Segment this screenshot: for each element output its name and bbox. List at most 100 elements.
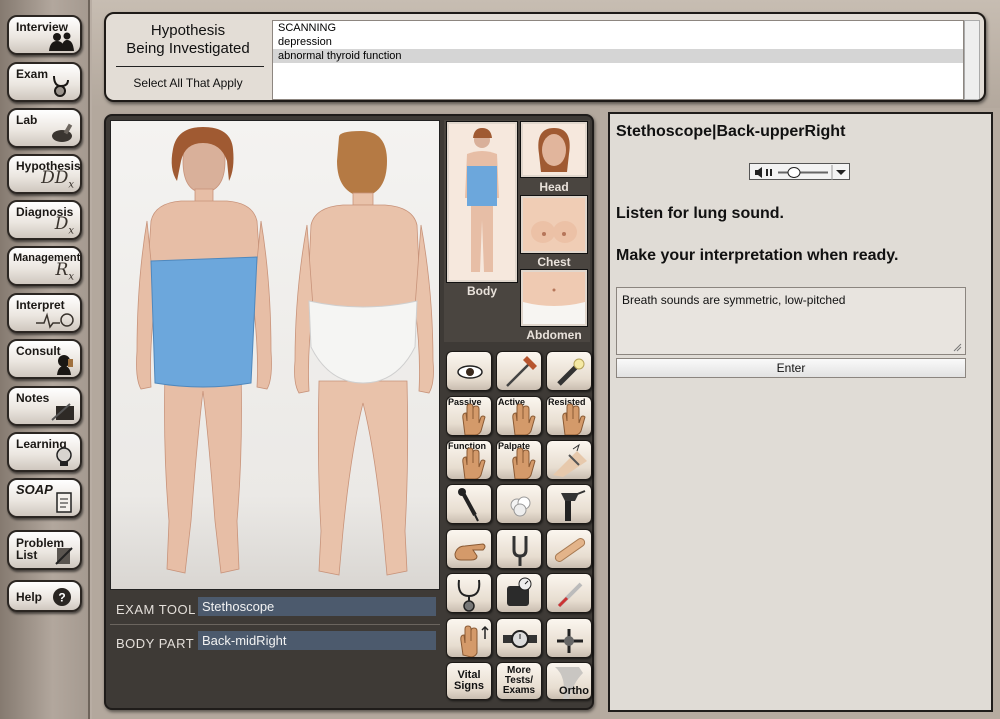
thumb-abdomen-caption: Abdomen [526, 328, 582, 342]
cotton-ball-icon [510, 496, 531, 517]
nav-label: Interpret [16, 298, 65, 312]
hand-arrows-icon [460, 625, 489, 657]
diagnosis-dx-icon: Dx [54, 213, 74, 236]
nav-management-button[interactable]: Management Rx [7, 246, 82, 286]
nav-help-button[interactable]: Help ? [7, 580, 82, 612]
nav-diagnosis-button[interactable]: Diagnosis Dx [7, 200, 82, 240]
nav-problem-list-button[interactable]: Problem List [7, 530, 82, 570]
ortho-button[interactable]: Ortho [546, 662, 592, 700]
head-thumbnail-figure [538, 128, 570, 172]
nav-label: Notes [16, 391, 50, 405]
nav-consult-button[interactable]: Consult [7, 339, 82, 379]
thumb-body[interactable] [446, 121, 518, 283]
soap-clipboard-icon [56, 492, 72, 513]
tool-blood-pressure-button[interactable] [496, 573, 542, 613]
chest-thumbnail-figure [523, 198, 585, 251]
nav-label: Exam [16, 67, 49, 81]
watch-icon [503, 630, 537, 648]
help-question-icon: ? [53, 588, 71, 606]
tool-resisted-rom-button[interactable]: Resisted [546, 396, 592, 436]
nav-notes-button[interactable]: Notes [7, 386, 82, 426]
svg-text:?: ? [58, 591, 65, 605]
prescription-rx-icon: Rx [55, 259, 74, 282]
instruction-text: Listen for lung sound. [616, 205, 784, 222]
tool-palpate-button[interactable]: Palpate [496, 440, 542, 480]
tuning-fork-icon [512, 536, 528, 566]
exam-tool-label: EXAM TOOL [116, 602, 196, 617]
tool-passive-rom-button[interactable]: Passive [446, 396, 492, 436]
tool-cotton-button[interactable] [496, 484, 542, 524]
tool-watch-button[interactable] [496, 618, 542, 658]
thumb-chest-caption: Chest [537, 255, 571, 269]
tool-otoscope-button[interactable] [546, 484, 592, 524]
tool-label: Vital Signs [454, 669, 484, 692]
thumb-head-caption: Head [539, 180, 569, 194]
interview-people-icon [49, 32, 74, 51]
back-white-underwear [308, 300, 418, 384]
nav-label: Help [16, 590, 43, 604]
divider [110, 624, 440, 625]
tool-active-rom-button[interactable]: Active [496, 396, 542, 436]
hypothesis-option[interactable]: depression [273, 35, 963, 49]
thumb-body-caption: Body [467, 284, 497, 298]
prompt-text: Make your interpretation when ready. [616, 247, 899, 264]
body-part-row: BODY PART Back-midRight [110, 626, 440, 656]
tool-strength-button[interactable] [446, 618, 492, 658]
front-blue-gown [150, 256, 258, 388]
exam-result-panel [608, 112, 993, 712]
nav-label: Lab [16, 113, 38, 127]
nav-interpret-button[interactable]: Interpret [7, 293, 82, 333]
hypothesis-option[interactable]: SCANNING [273, 21, 963, 35]
notes-pad-icon [51, 403, 74, 421]
audio-player[interactable] [749, 163, 850, 180]
pointing-hand-icon [454, 543, 486, 561]
patient-body-photo[interactable] [110, 120, 440, 590]
stethoscope-icon [457, 579, 481, 612]
tool-fork-button[interactable] [496, 529, 542, 569]
exam-info-area: EXAM TOOL Stethoscope BODY PART Back-mid… [110, 592, 440, 656]
tool-thermometer-button[interactable] [546, 573, 592, 613]
interpretation-textarea[interactable]: Breath sounds are symmetric, low-pitched [616, 287, 966, 355]
tool-goniometer-button[interactable] [546, 618, 592, 658]
left-navigation: Interview Exam Lab Hypothesis DDx Diagno… [0, 0, 90, 719]
thumb-chest[interactable] [520, 195, 588, 254]
hand-icon [512, 447, 536, 479]
divider [116, 66, 264, 67]
goniometer-icon [557, 629, 583, 653]
penlight-icon [557, 358, 585, 386]
tool-inspect-button[interactable] [446, 351, 492, 391]
nav-label: SOAP [16, 482, 53, 497]
thumb-abdomen[interactable] [520, 269, 588, 327]
nav-learning-button[interactable]: Learning [7, 432, 82, 472]
resize-grip-icon[interactable] [952, 342, 962, 352]
reflex-hammer-icon [506, 356, 537, 387]
audio-progress-thumb [787, 167, 801, 178]
hypothesis-title: Hypothesis Being Investigated [126, 22, 250, 57]
tool-tuning-fork-button[interactable] [446, 484, 492, 524]
tool-percussion-button[interactable] [546, 440, 592, 480]
tool-function-button[interactable]: Function [446, 440, 492, 480]
select-all-label: Select All That Apply [133, 76, 243, 90]
tool-touch-button[interactable] [446, 529, 492, 569]
tool-tongue-depressor-button[interactable] [546, 529, 592, 569]
hypothesis-scrollbar[interactable] [964, 20, 980, 100]
vital-signs-button[interactable]: Vital Signs [446, 662, 492, 700]
more-tests-exams-button[interactable]: More Tests/ Exams [496, 662, 542, 700]
nav-lab-button[interactable]: Lab [7, 108, 82, 148]
exam-tool-row: EXAM TOOL Stethoscope [110, 592, 440, 622]
ecg-waveform-icon [36, 312, 74, 329]
nav-hypothesis-button[interactable]: Hypothesis DDx [7, 154, 82, 194]
thumb-head[interactable] [520, 121, 588, 178]
tool-reflex-hammer-button[interactable] [496, 351, 542, 391]
nav-interview-button[interactable]: Interview [7, 15, 82, 55]
hypothesis-listbox[interactable]: SCANNING depression abnormal thyroid fun… [272, 20, 964, 100]
enter-button[interactable]: Enter [616, 358, 966, 378]
nav-exam-button[interactable]: Exam [7, 62, 82, 102]
nav-soap-button[interactable]: SOAP [7, 478, 82, 518]
audio-controls [755, 165, 846, 180]
consult-person-icon [57, 355, 73, 375]
tool-stethoscope-button[interactable] [446, 573, 492, 613]
hypothesis-option-selected[interactable]: abnormal thyroid function [273, 49, 963, 63]
eye-icon [457, 365, 483, 379]
tool-penlight-button[interactable] [546, 351, 592, 391]
